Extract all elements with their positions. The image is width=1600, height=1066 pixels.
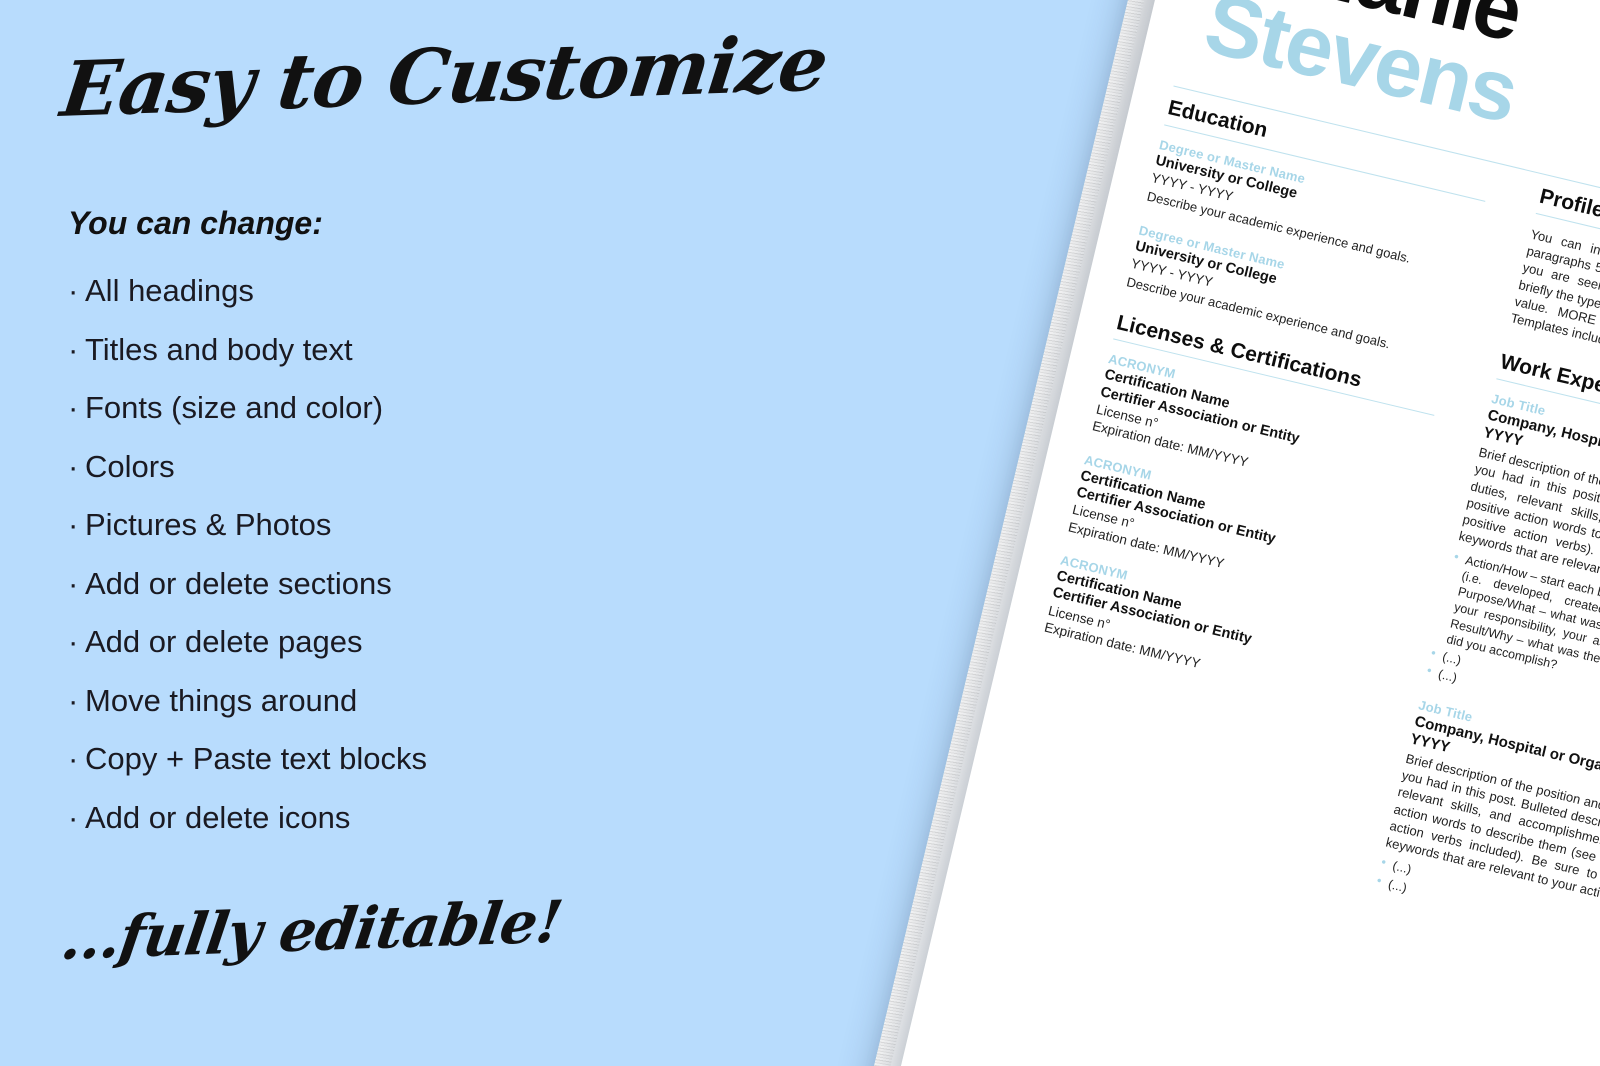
promo-graphic: Easy to Customize You can change: · All h… [0, 0, 1600, 1066]
work-entry: Job Title Company, Hospital or Organizat… [1425, 391, 1600, 753]
resume-mockup: Job Title / Tagline Melanie Stevens Educ… [0, 0, 1600, 1066]
work-entry: Job Title Company, Hospital or Organizat… [1375, 697, 1600, 962]
